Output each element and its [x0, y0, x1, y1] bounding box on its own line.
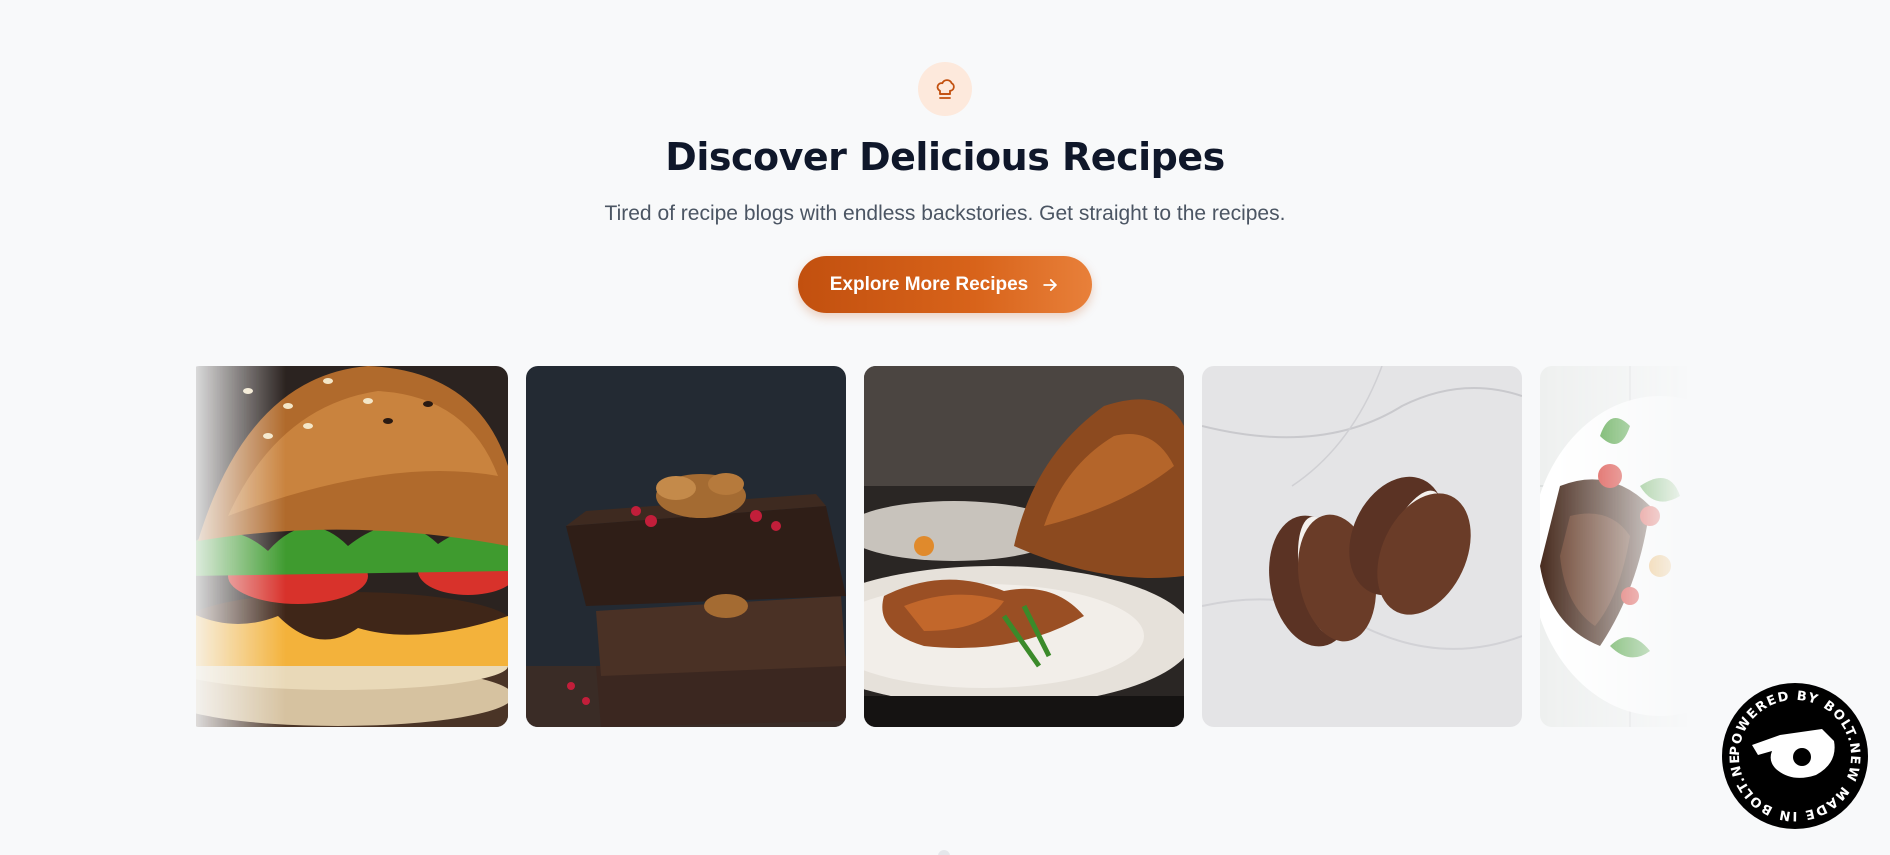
arrow-right-icon	[1043, 278, 1058, 291]
roast-chicken-image	[864, 366, 1184, 727]
brownie-image	[526, 366, 846, 727]
recipe-card[interactable]	[526, 366, 846, 727]
made-in-bolt-badge[interactable]: POWERED BY BOLT.NEW MADE IN BOLT.NEW	[1722, 683, 1868, 829]
page-subtitle: Tired of recipe blogs with endless backs…	[604, 202, 1286, 225]
chocolate-cookies-image	[1202, 366, 1522, 727]
burger-image	[196, 366, 508, 727]
hero-section: Discover Delicious Recipes Tired of reci…	[0, 62, 1890, 313]
recipes-page: Discover Delicious Recipes Tired of reci…	[0, 0, 1890, 855]
explore-more-recipes-button[interactable]: Explore More Recipes	[798, 256, 1092, 313]
recipe-card[interactable]	[196, 366, 508, 727]
page-title: Discover Delicious Recipes	[665, 135, 1225, 179]
recipe-carousel[interactable]	[196, 366, 1692, 727]
scroll-indicator	[938, 850, 950, 855]
recipe-card[interactable]	[1540, 366, 1692, 727]
recipe-card[interactable]	[1202, 366, 1522, 727]
chef-hat-badge	[918, 62, 972, 116]
steak-salad-image	[1540, 366, 1692, 727]
chef-hat-icon	[936, 79, 955, 99]
recipe-card[interactable]	[864, 366, 1184, 727]
explore-button-label: Explore More Recipes	[829, 273, 1029, 295]
bolt-badge-graphic: POWERED BY BOLT.NEW MADE IN BOLT.NEW	[1722, 683, 1866, 827]
